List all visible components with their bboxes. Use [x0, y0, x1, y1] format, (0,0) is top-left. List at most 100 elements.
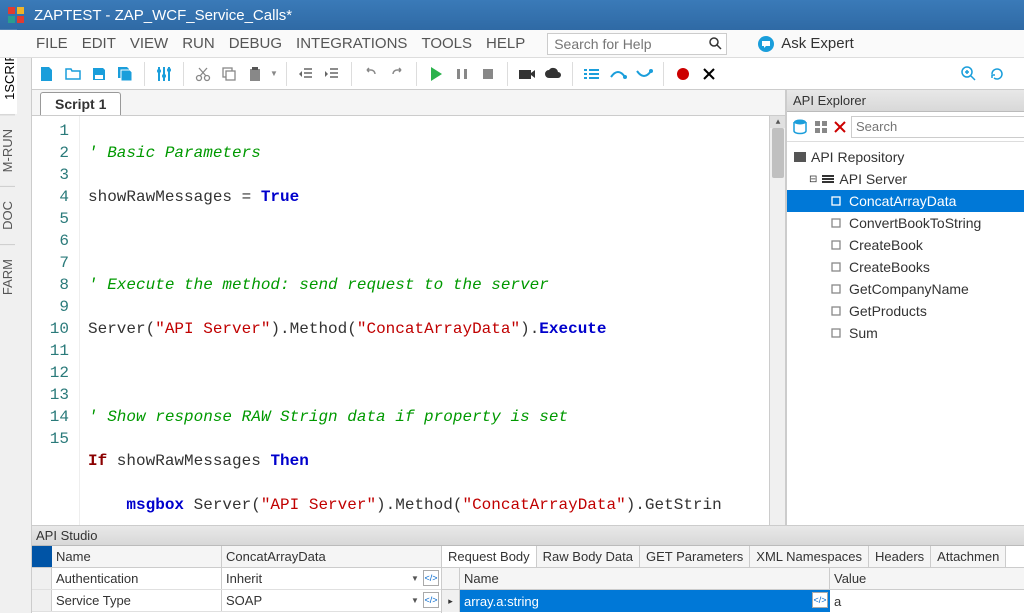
step-list-icon[interactable]: [581, 63, 603, 85]
menu-file[interactable]: FILE: [36, 35, 68, 52]
tab-farm[interactable]: FARM: [0, 244, 15, 309]
cut-icon[interactable]: [192, 63, 214, 85]
refresh-icon[interactable]: [986, 63, 1008, 85]
request-row[interactable]: ▸ array.a:string</> a: [442, 590, 1024, 612]
zoom-in-icon[interactable]: [958, 63, 980, 85]
tab-request-body[interactable]: Request Body: [442, 546, 537, 567]
request-tabs: Request Body Raw Body Data GET Parameter…: [442, 546, 1024, 568]
menu-integrations[interactable]: INTEGRATIONS: [296, 35, 407, 52]
cancel-icon[interactable]: [698, 63, 720, 85]
separator: [663, 62, 664, 86]
left-vertical-tabs: 1SCRIPT M-RUN DOC FARM: [0, 30, 32, 613]
sliders-icon[interactable]: [153, 63, 175, 85]
tree-node-method[interactable]: CreateBooks: [787, 256, 1024, 278]
edit-icon[interactable]: </>: [812, 592, 828, 608]
camera-icon[interactable]: [516, 63, 538, 85]
method-icon: [831, 196, 841, 206]
api-studio-panel: API Studio Name ConcatArrayData Authenti…: [32, 525, 1024, 613]
tree-node-method[interactable]: CreateBook: [787, 234, 1024, 256]
api-search-input[interactable]: [851, 116, 1024, 138]
record-icon[interactable]: [672, 63, 694, 85]
property-value-header: ConcatArrayData: [222, 546, 441, 567]
separator: [351, 62, 352, 86]
separator: [144, 62, 145, 86]
menu-edit[interactable]: EDIT: [82, 35, 116, 52]
grid-view-icon[interactable]: [813, 119, 829, 135]
tree-node-method[interactable]: GetCompanyName: [787, 278, 1024, 300]
api-studio-title: API Studio: [32, 526, 1024, 546]
tree-node-method[interactable]: ConcatArrayData: [787, 190, 1024, 212]
indent-icon[interactable]: [321, 63, 343, 85]
scrollbar-thumb[interactable]: [772, 128, 784, 178]
open-folder-icon[interactable]: [62, 63, 84, 85]
code-content[interactable]: ' Basic Parameters showRawMessages = Tru…: [80, 116, 769, 573]
api-explorer-toolbar: [787, 112, 1024, 142]
menu-run[interactable]: RUN: [182, 35, 215, 52]
scroll-up-icon[interactable]: ▲: [770, 116, 785, 128]
database-icon[interactable]: [791, 118, 809, 136]
search-icon[interactable]: [708, 36, 722, 50]
paste-icon[interactable]: [244, 63, 266, 85]
row-indicator-icon: ▸: [442, 590, 460, 612]
method-icon: [831, 218, 841, 228]
outdent-icon[interactable]: [295, 63, 317, 85]
window-title: ZAPTEST - ZAP_WCF_Service_Calls*: [34, 7, 292, 24]
tree-node-server[interactable]: ⊟ API Server: [787, 168, 1024, 190]
edit-icon[interactable]: </>: [423, 592, 439, 608]
save-icon[interactable]: [88, 63, 110, 85]
help-search-box[interactable]: [547, 33, 727, 55]
tree-node-method[interactable]: Sum: [787, 322, 1024, 344]
dropdown-icon[interactable]: ▼: [409, 592, 421, 608]
property-name-header: Name: [52, 546, 222, 567]
title-bar: ZAPTEST - ZAP_WCF_Service_Calls*: [0, 0, 1024, 30]
method-icon: [831, 328, 841, 338]
menu-bar: FILE EDIT VIEW RUN DEBUG INTEGRATIONS TO…: [0, 30, 1024, 58]
property-row-authentication[interactable]: Authentication Inherit▼</>: [32, 568, 441, 590]
stop-icon[interactable]: [477, 63, 499, 85]
request-panel: Request Body Raw Body Data GET Parameter…: [442, 546, 1024, 613]
vertical-scrollbar[interactable]: ▲ ▼: [769, 116, 785, 573]
copy-icon[interactable]: [218, 63, 240, 85]
script-tab-bar: Script 1: [32, 90, 785, 116]
toolbar: ▼: [0, 58, 1024, 90]
property-selector[interactable]: [32, 546, 52, 567]
step-over-icon[interactable]: [607, 63, 629, 85]
expand-icon[interactable]: ⊟: [809, 174, 817, 185]
save-all-icon[interactable]: [114, 63, 136, 85]
separator: [286, 62, 287, 86]
help-search-input[interactable]: [554, 34, 709, 54]
tab-attachments[interactable]: Attachmen: [931, 546, 1006, 567]
api-tree[interactable]: API Repository ⊟ API Server ConcatArrayD…: [787, 142, 1024, 589]
new-file-icon[interactable]: [36, 63, 58, 85]
edit-icon[interactable]: </>: [423, 570, 439, 586]
run-icon[interactable]: [425, 63, 447, 85]
pause-icon[interactable]: [451, 63, 473, 85]
tab-get-params[interactable]: GET Parameters: [640, 546, 750, 567]
tree-node-method[interactable]: GetProducts: [787, 300, 1024, 322]
code-editor[interactable]: 123456789101112131415 ' Basic Parameters…: [32, 116, 785, 573]
property-row-service-type[interactable]: Service Type SOAP▼</>: [32, 590, 441, 612]
step-out-icon[interactable]: [633, 63, 655, 85]
ask-expert-button[interactable]: Ask Expert: [757, 35, 854, 53]
chat-icon: [757, 35, 775, 53]
menu-debug[interactable]: DEBUG: [229, 35, 282, 52]
tree-node-method[interactable]: ConvertBookToString: [787, 212, 1024, 234]
repository-icon: [793, 151, 807, 163]
menu-view[interactable]: VIEW: [130, 35, 168, 52]
cloud-icon[interactable]: [542, 63, 564, 85]
script-tab-1[interactable]: Script 1: [40, 92, 121, 115]
tab-doc[interactable]: DOC: [0, 186, 15, 244]
tab-raw-body[interactable]: Raw Body Data: [537, 546, 640, 567]
app-logo-icon: [6, 5, 26, 25]
tab-mrun[interactable]: M-RUN: [0, 114, 15, 186]
delete-icon[interactable]: [833, 120, 847, 134]
tree-node-repository[interactable]: API Repository: [787, 146, 1024, 168]
dropdown-icon[interactable]: ▼: [409, 570, 421, 586]
undo-icon[interactable]: [360, 63, 382, 85]
tab-xml-namespaces[interactable]: XML Namespaces: [750, 546, 869, 567]
method-icon: [831, 240, 841, 250]
redo-icon[interactable]: [386, 63, 408, 85]
menu-tools[interactable]: TOOLS: [421, 35, 472, 52]
menu-help[interactable]: HELP: [486, 35, 525, 52]
tab-headers[interactable]: Headers: [869, 546, 931, 567]
